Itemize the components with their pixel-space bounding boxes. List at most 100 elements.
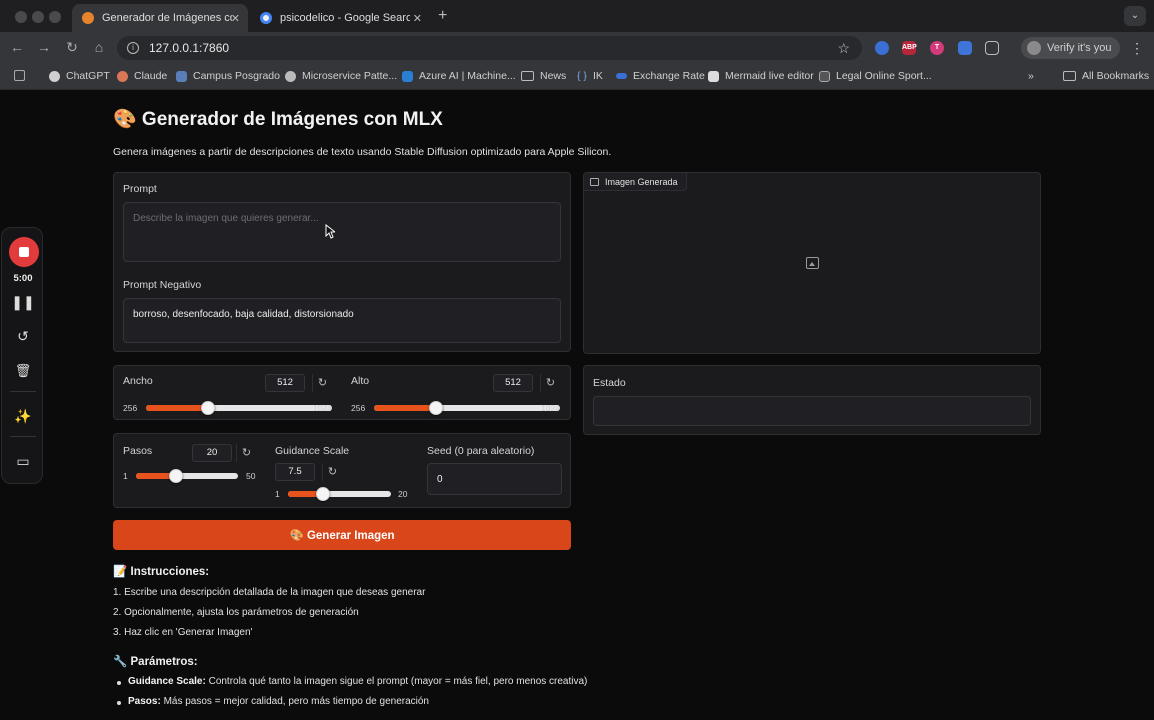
width-slider-thumb[interactable] bbox=[200, 401, 215, 415]
stop-recording-button[interactable] bbox=[9, 237, 39, 267]
page-description: Genera imágenes a partir de descripcione… bbox=[113, 146, 612, 158]
camera-icon[interactable]: ▭ bbox=[2, 453, 44, 470]
mouse-cursor-icon bbox=[325, 224, 335, 239]
apps-grid-icon[interactable] bbox=[14, 70, 31, 81]
more-bookmarks-icon[interactable]: » bbox=[1028, 70, 1034, 82]
tab-generador[interactable]: Generador de Imágenes con MLX ✕ bbox=[72, 4, 248, 32]
steps-reset-icon[interactable]: ↻ bbox=[236, 444, 256, 462]
page-title: 🎨 Generador de Imágenes con MLX bbox=[113, 109, 443, 130]
guidance-number-input[interactable]: 7.5 bbox=[275, 463, 315, 481]
close-window-button[interactable] bbox=[15, 11, 27, 23]
profile-label: Verify it's you bbox=[1047, 42, 1112, 54]
maximize-window-button[interactable] bbox=[49, 11, 61, 23]
tab-google-search[interactable]: psicodelico - Google Search ✕ bbox=[250, 4, 430, 32]
extension-adblock-icon[interactable]: ABP bbox=[902, 41, 917, 55]
bookmark-ik[interactable]: { } IK bbox=[577, 70, 603, 82]
extensions-puzzle-icon[interactable] bbox=[985, 41, 999, 55]
restart-icon[interactable]: ↺ bbox=[2, 328, 44, 345]
width-slider-fill bbox=[146, 405, 208, 411]
new-tab-icon[interactable]: + bbox=[438, 7, 447, 25]
parameter-item: Pasos: Más pasos = mejor calidad, pero m… bbox=[128, 696, 429, 707]
steps-slider[interactable] bbox=[136, 469, 238, 483]
guidance-slider-thumb[interactable] bbox=[316, 487, 331, 501]
prompt-label: Prompt bbox=[123, 183, 157, 195]
width-number-input[interactable]: 512 bbox=[265, 374, 305, 392]
trash-icon[interactable]: 🗑 bbox=[2, 363, 44, 379]
address-bar[interactable]: i 127.0.0.1:7860 ☆ bbox=[117, 36, 862, 60]
close-tab-icon[interactable]: ✕ bbox=[231, 12, 240, 25]
tab-title: Generador de Imágenes con MLX bbox=[102, 12, 232, 24]
recording-timer: 5:00 bbox=[13, 273, 33, 284]
campus-icon bbox=[176, 70, 187, 82]
profile-button[interactable]: Verify it's you bbox=[1021, 37, 1120, 59]
back-icon[interactable]: ← bbox=[8, 39, 26, 55]
height-slider[interactable] bbox=[374, 401, 560, 415]
bookmark-news[interactable]: News bbox=[521, 70, 566, 82]
home-icon[interactable]: ⌂ bbox=[90, 39, 108, 55]
instruction-item: 1. Escribe una descripción detallada de … bbox=[113, 587, 426, 598]
google-icon bbox=[260, 12, 272, 24]
height-number-input[interactable]: 512 bbox=[493, 374, 533, 392]
height-slider-thumb[interactable] bbox=[428, 401, 443, 415]
prompt-input[interactable]: Describe la imagen que quieres generar..… bbox=[123, 202, 561, 262]
close-tab-icon[interactable]: ✕ bbox=[413, 12, 422, 25]
negative-prompt-input[interactable]: borroso, desenfocado, baja calidad, dist… bbox=[123, 298, 561, 343]
bookmark-campus[interactable]: Campus Posgrado bbox=[176, 70, 280, 82]
guidance-slider[interactable] bbox=[288, 487, 391, 501]
tab-search-icon[interactable]: ⌄ bbox=[1124, 6, 1146, 26]
generate-image-button[interactable]: 🎨 Generar Imagen bbox=[113, 520, 571, 550]
folder-icon bbox=[521, 71, 534, 81]
width-reset-icon[interactable]: ↻ bbox=[312, 374, 332, 392]
steps-slider-thumb[interactable] bbox=[168, 469, 183, 483]
palette-icon bbox=[82, 12, 94, 24]
bullet-icon bbox=[117, 681, 121, 685]
image-placeholder-icon bbox=[806, 257, 819, 269]
bookmark-exchange[interactable]: Exchange Rate bbox=[616, 70, 705, 82]
bookmark-azure[interactable]: Azure AI | Machine... bbox=[402, 70, 516, 82]
flag-icon bbox=[616, 73, 627, 79]
prompt-placeholder: Describe la imagen que quieres generar..… bbox=[133, 213, 319, 224]
height-reset-icon[interactable]: ↻ bbox=[540, 374, 560, 392]
instruction-item: 2. Opcionalmente, ajusta los parámetros … bbox=[113, 607, 359, 618]
seed-input[interactable]: 0 bbox=[427, 463, 562, 495]
output-image-label: Imagen Generada bbox=[584, 173, 687, 191]
width-min: 256 bbox=[123, 403, 138, 413]
site-info-icon[interactable]: i bbox=[127, 42, 139, 54]
bookmark-star-icon[interactable]: ☆ bbox=[837, 40, 850, 57]
claude-icon bbox=[117, 70, 128, 82]
bookmark-chatgpt[interactable]: ChatGPT bbox=[49, 70, 110, 82]
negative-prompt-label: Prompt Negativo bbox=[123, 279, 202, 291]
steps-label: Pasos bbox=[123, 445, 153, 457]
bookmarks-bar: ChatGPT Claude Campus Posgrado Microserv… bbox=[0, 64, 1154, 90]
bullet-icon bbox=[117, 701, 121, 705]
extension-translate-icon[interactable] bbox=[958, 41, 972, 55]
bookmark-claude[interactable]: Claude bbox=[117, 70, 167, 82]
instruction-item: 3. Haz clic en 'Generar Imagen' bbox=[113, 627, 253, 638]
forward-icon[interactable]: → bbox=[35, 39, 53, 55]
folder-icon bbox=[1063, 71, 1076, 81]
guidance-reset-icon[interactable]: ↻ bbox=[322, 463, 342, 481]
legal-icon bbox=[819, 70, 830, 82]
magic-wand-icon[interactable]: ✨ bbox=[2, 408, 44, 425]
reload-icon[interactable]: ↻ bbox=[63, 39, 81, 56]
url-text: 127.0.0.1:7860 bbox=[149, 41, 230, 55]
browser-menu-icon[interactable]: ⋮ bbox=[1130, 40, 1144, 57]
extension-1password-icon[interactable] bbox=[875, 41, 889, 55]
bookmark-mermaid[interactable]: Mermaid live editor bbox=[708, 70, 814, 82]
minimize-window-button[interactable] bbox=[32, 11, 44, 23]
pause-icon[interactable]: ❚❚ bbox=[2, 294, 44, 311]
browser-toolbar: ← → ↻ ⌂ i 127.0.0.1:7860 ☆ ABP T Verify … bbox=[0, 32, 1154, 64]
globe-icon bbox=[285, 70, 296, 82]
steps-number-input[interactable]: 20 bbox=[192, 444, 232, 462]
bookmark-microservice[interactable]: Microservice Patte... bbox=[285, 70, 397, 82]
steps-max: 50 bbox=[246, 471, 256, 481]
output-image-panel: Imagen Generada bbox=[583, 172, 1041, 354]
extension-t-icon[interactable]: T bbox=[930, 41, 944, 55]
prompt-panel: Prompt Describe la imagen que quieres ge… bbox=[113, 172, 571, 352]
bookmark-legal[interactable]: Legal Online Sport... bbox=[819, 70, 932, 82]
parameters-title: 🔧 Parámetros: bbox=[113, 656, 198, 668]
all-bookmarks[interactable]: All Bookmarks bbox=[1063, 70, 1149, 82]
azure-icon bbox=[402, 70, 413, 82]
width-slider[interactable] bbox=[146, 401, 332, 415]
avatar bbox=[1027, 41, 1041, 55]
